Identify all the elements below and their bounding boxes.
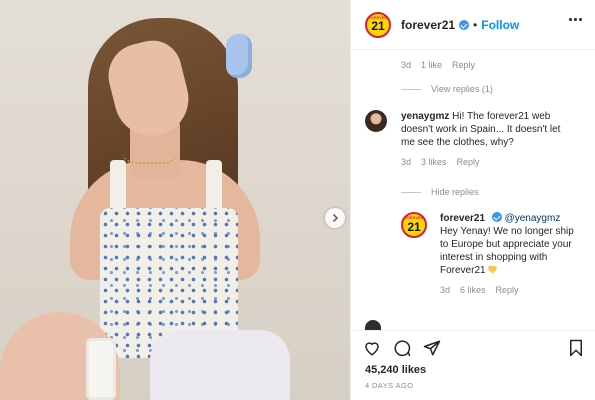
comment-meta: 3d 1 like Reply (401, 60, 476, 70)
verified-icon (491, 212, 502, 222)
follow-button[interactable]: Follow (481, 18, 519, 32)
bookmark-icon[interactable] (568, 339, 584, 357)
next-photo-button[interactable] (325, 208, 345, 228)
comment: yenaygmz Hi! The forever21 web doesn't w… (365, 110, 561, 167)
likes-count[interactable]: 45,240 likes (365, 364, 426, 376)
mention-link[interactable]: @yenaygmz (505, 213, 561, 224)
share-icon[interactable] (423, 339, 441, 357)
reply-comment: FOREVER 21 forever21 @yenaygmz Hey Yenay… (401, 212, 580, 295)
comment-username[interactable]: forever21 (440, 213, 485, 224)
comment-meta: 3d 3 likes Reply (401, 157, 480, 167)
view-replies-toggle[interactable]: View replies (1) (401, 84, 493, 94)
chevron-right-icon (332, 213, 339, 223)
heart-icon[interactable] (363, 339, 381, 357)
reply-button[interactable]: Reply (452, 60, 475, 70)
reply-button[interactable]: Reply (457, 157, 480, 167)
comment-meta: 3d 6 likes Reply (440, 285, 519, 295)
comment-username[interactable]: yenaygmz (401, 111, 449, 122)
account-avatar[interactable]: FOREVER 21 (365, 11, 391, 38)
account-username[interactable]: forever21 (401, 18, 455, 32)
comments-list[interactable]: 3d 1 like Reply View replies (1) yenaygmz … (351, 50, 595, 330)
comment-icon[interactable] (393, 339, 411, 357)
partial-comment (365, 320, 381, 330)
verified-icon (459, 19, 470, 30)
post-header: FOREVER 21 forever21 • Follow (351, 0, 595, 50)
more-icon[interactable] (569, 18, 582, 21)
hide-replies-toggle[interactable]: Hide replies (401, 187, 479, 197)
yellow-heart-icon (488, 266, 496, 273)
reply-button[interactable]: Reply (496, 285, 519, 295)
post-side-panel: FOREVER 21 forever21 • Follow 3d 1 like Re… (350, 0, 595, 400)
comment-text: Hey Yenay! We no longer ship to Europe b… (440, 226, 574, 276)
post-photo[interactable] (0, 0, 350, 400)
account-avatar[interactable]: FOREVER 21 (401, 212, 427, 238)
post-date: 4 DAYS AGO (365, 381, 414, 390)
avatar[interactable] (365, 110, 387, 132)
post-actions: 45,240 likes 4 DAYS AGO (351, 330, 595, 400)
